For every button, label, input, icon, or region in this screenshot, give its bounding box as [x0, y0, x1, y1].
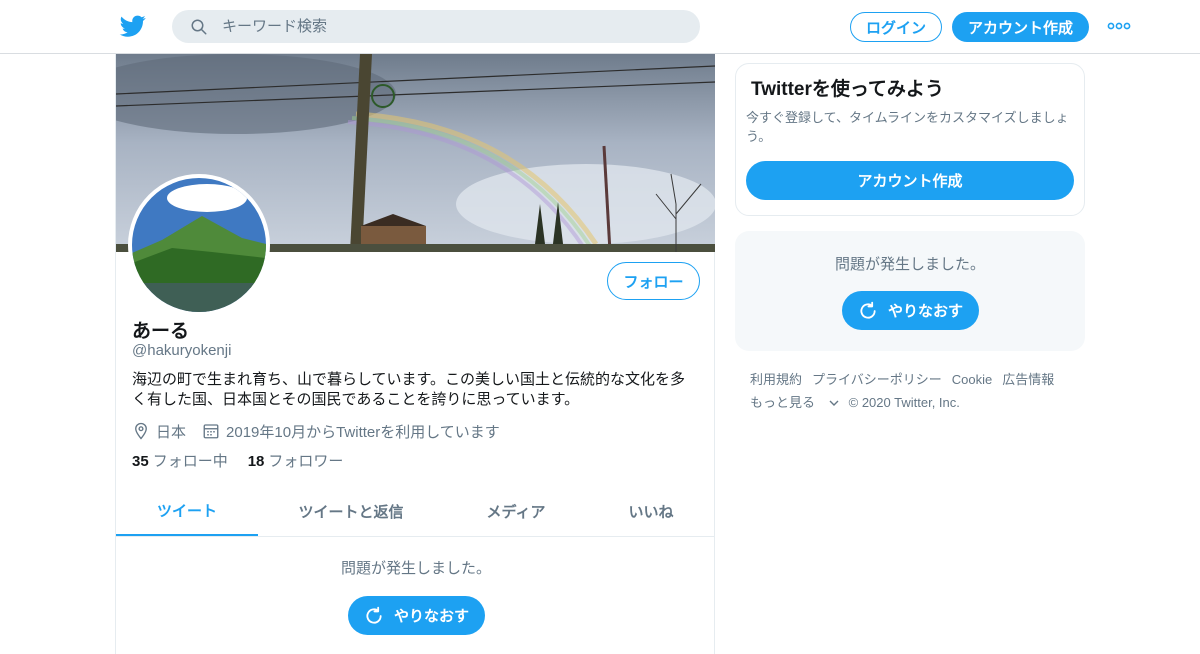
timeline-error-text: 問題が発生しました。	[341, 560, 492, 577]
following-stat[interactable]: 35 フォロー中	[132, 450, 228, 471]
tab-likes[interactable]: いいね	[606, 486, 696, 536]
profile-bio: 海辺の町で生まれ育ち、山で暮らしています。この美しい国土と伝統的な文化を多く有し…	[132, 371, 686, 408]
search-icon	[191, 19, 207, 35]
avatar-mountain-image	[132, 178, 266, 312]
following-label: フォロー中	[152, 453, 228, 470]
profile-stats: 35 フォロー中 18 フォロワー	[132, 450, 343, 471]
top-navigation-bar: ログイン アカウント作成	[0, 0, 1200, 54]
tab-tweets[interactable]: ツイート	[116, 486, 258, 536]
twitter-bird-icon[interactable]	[119, 13, 147, 39]
footer-more-link[interactable]: もっと見る	[750, 391, 839, 414]
profile-name: あーる	[132, 321, 190, 342]
footer-link-cookie[interactable]: Cookie	[952, 368, 992, 391]
profile-handle[interactable]: @hakuryokenji	[132, 342, 231, 359]
followers-stat[interactable]: 18 フォロワー	[248, 450, 344, 471]
timeline-retry-button[interactable]: やりなおす	[348, 596, 485, 635]
footer-link-terms[interactable]: 利用規約	[750, 368, 802, 391]
location-pin-icon	[135, 422, 147, 440]
followers-label: フォロワー	[268, 453, 344, 470]
sidebar-retry-label: やりなおす	[887, 303, 963, 320]
footer-links: 利用規約 プライバシーポリシー Cookie 広告情報 もっと見る © 2020 Tw…	[750, 368, 1080, 414]
followers-count: 18	[247, 453, 265, 470]
footer-more-label: もっと見る	[750, 395, 816, 410]
footer-link-ads[interactable]: 広告情報	[1002, 368, 1054, 391]
tab-media[interactable]: メディア	[456, 486, 576, 536]
chevron-down-icon	[829, 400, 839, 406]
search-input[interactable]	[222, 10, 682, 43]
sidebar-error-box: 問題が発生しました。 やりなおす	[735, 231, 1085, 351]
following-count: 35	[132, 453, 149, 470]
login-button[interactable]: ログイン	[850, 12, 942, 42]
signup-card: Twitterを使ってみよう 今すぐ登録して、タイムラインをカスタマイズしましょ…	[735, 63, 1085, 216]
calendar-icon	[203, 424, 219, 439]
refresh-icon	[366, 606, 382, 624]
profile-tabs: ツイート ツイートと返信 メディア いいね	[116, 486, 715, 537]
profile-joined-date: 2019年10月からTwitterを利用しています	[226, 423, 500, 441]
profile-location: 日本	[156, 423, 187, 441]
profile-meta: 日本 2019年10月からTwitterを利用しています	[132, 420, 500, 442]
timeline-retry-label: やりなおす	[393, 608, 469, 625]
signup-card-button[interactable]: アカウント作成	[746, 161, 1074, 200]
sidebar-error-text: 問題が発生しました。	[835, 256, 986, 273]
profile-column: フォロー あーる @hakuryokenji 海辺の町で生まれ育ち、山で暮らして…	[115, 54, 715, 654]
footer-link-privacy[interactable]: プライバシーポリシー	[812, 368, 942, 391]
refresh-icon	[860, 301, 876, 319]
signup-card-title: Twitterを使ってみよう	[751, 79, 944, 100]
more-options-icon[interactable]	[1107, 19, 1131, 33]
search-bar[interactable]	[172, 10, 700, 43]
profile-avatar[interactable]	[128, 174, 270, 316]
tab-tweets-and-replies[interactable]: ツイートと返信	[276, 486, 426, 536]
follow-button[interactable]: フォロー	[607, 262, 700, 300]
footer-copyright: © 2020 Twitter, Inc.	[848, 395, 960, 410]
sidebar-retry-button[interactable]: やりなおす	[842, 291, 979, 330]
signup-card-description: 今すぐ登録して、タイムラインをカスタマイズしましょう。	[746, 110, 1069, 144]
signup-button[interactable]: アカウント作成	[952, 12, 1089, 42]
